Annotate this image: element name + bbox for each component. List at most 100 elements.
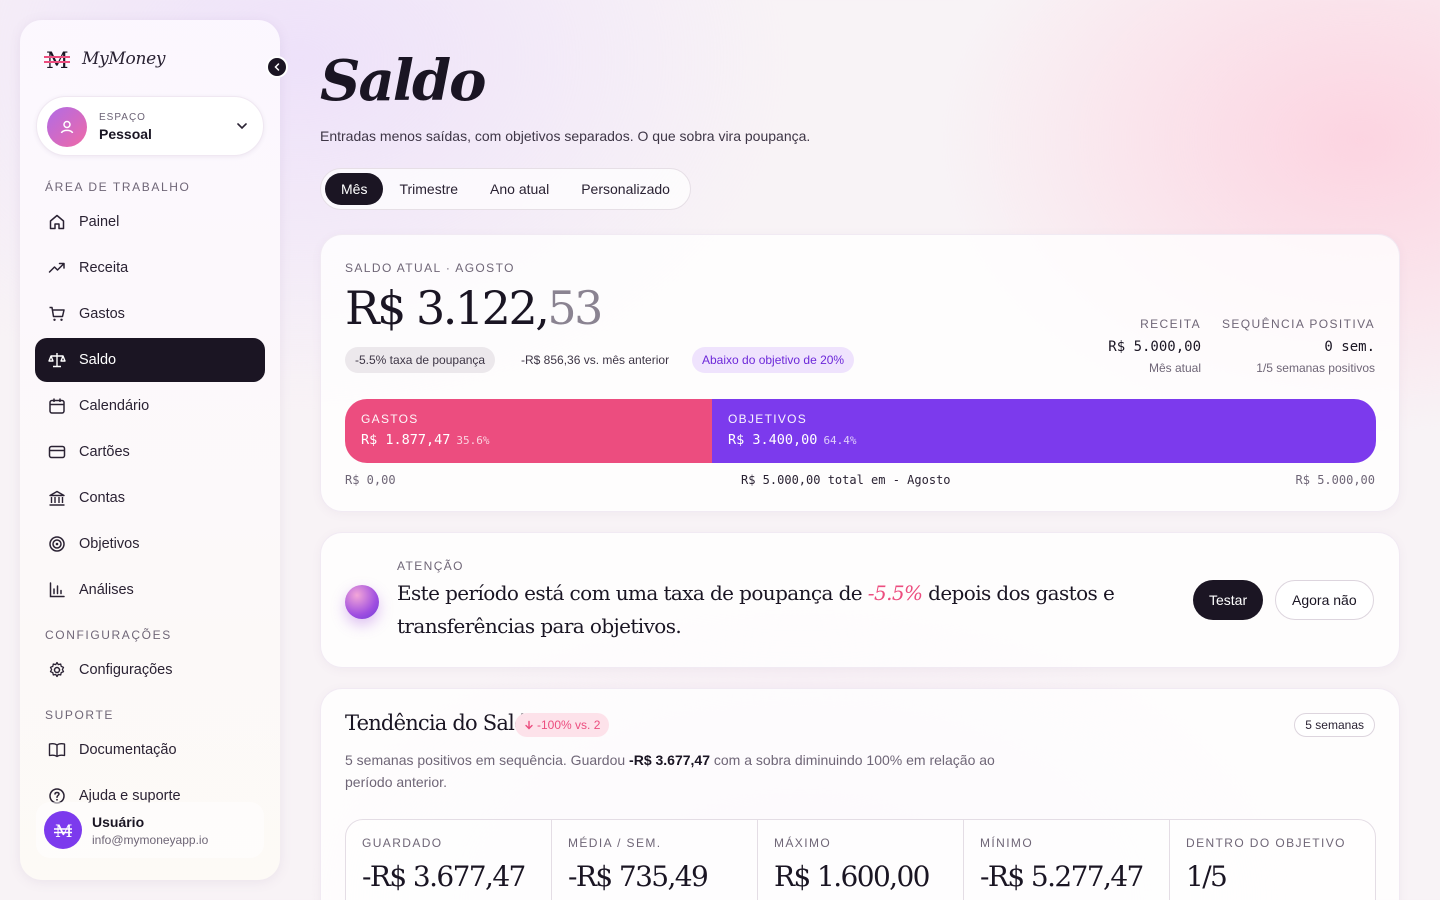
goals-label: OBJETIVOS: [728, 412, 808, 426]
sidebar-item-analises[interactable]: Análises: [35, 568, 265, 612]
metric-guardado: GUARDADO -R$ 3.677,47: [346, 820, 552, 900]
tab-personalizado[interactable]: Personalizado: [565, 173, 686, 205]
sidebar-item-label: Saldo: [79, 352, 117, 368]
period-tabs: Mês Trimestre Ano atual Personalizado: [320, 168, 691, 210]
sidebar-item-label: Cartões: [79, 444, 130, 460]
metric-value: R$ 1.600,00: [774, 860, 930, 893]
streak-label: SEQUÊNCIA POSITIVA: [1221, 317, 1375, 331]
balance-main: R$ 3.122,: [345, 281, 550, 335]
user-profile[interactable]: M Usuário info@mymoneyapp.io: [36, 802, 264, 858]
streak-note: 1/5 semanas positivos: [1256, 361, 1375, 375]
section-label-work: ÁREA DE TRABALHO: [45, 180, 191, 194]
goal-status-badge: Abaixo do objetivo de 20%: [692, 347, 855, 373]
sidebar-item-receita[interactable]: Receita: [35, 246, 265, 290]
expenses-amount: R$ 1.877,47: [361, 432, 451, 448]
workspace-switcher[interactable]: ESPAÇO Pessoal: [36, 96, 264, 156]
metric-minimo: MÍNIMO -R$ 5.277,47: [964, 820, 1170, 900]
sidebar-item-objetivos[interactable]: Objetivos: [35, 522, 265, 566]
collapse-sidebar-button[interactable]: [266, 56, 288, 78]
trend-metrics: GUARDADO -R$ 3.677,47 MÉDIA / SEM. -R$ 7…: [345, 819, 1376, 900]
balance-card: SALDO ATUAL · AGOSTO R$ 3.122,53 -5.5% t…: [320, 234, 1400, 512]
brand-name: MyMoney: [82, 49, 166, 69]
sidebar-item-painel[interactable]: Painel: [35, 200, 265, 244]
split-bar: GASTOS R$ 1.877,47 35.6% OBJETIVOS R$ 3.4…: [345, 399, 1376, 463]
sidebar-item-label: Gastos: [79, 306, 125, 322]
metric-label: MÉDIA / SEM.: [568, 836, 662, 850]
income-stat: RECEITA R$ 5.000,00 Mês atual: [1108, 317, 1201, 375]
user-email: info@mymoneyapp.io: [92, 832, 209, 847]
expenses-segment[interactable]: GASTOS R$ 1.877,47 35.6%: [345, 399, 713, 463]
goals-amount-row: R$ 3.400,00 64.4%: [728, 432, 1360, 448]
sidebar-item-contas[interactable]: Contas: [35, 476, 265, 520]
chevron-left-icon: [274, 63, 280, 71]
sidebar-item-configuracoes[interactable]: Configurações: [35, 648, 265, 692]
trend-desc-amount: -R$ 3.677,47: [629, 752, 710, 768]
workspace-kicker: ESPAÇO: [99, 112, 146, 123]
tab-mes[interactable]: Mês: [325, 173, 384, 205]
sidebar-item-documentacao[interactable]: Documentação: [35, 728, 265, 772]
income-note: Mês atual: [1148, 361, 1201, 375]
target-icon: [49, 536, 65, 552]
brand[interactable]: M MyMoney: [44, 46, 166, 74]
metric-value: -R$ 735,49: [568, 860, 709, 893]
tab-ano-atual[interactable]: Ano atual: [474, 173, 565, 205]
goals-segment[interactable]: OBJETIVOS R$ 3.400,00 64.4%: [712, 399, 1376, 463]
expenses-label: GASTOS: [361, 412, 419, 426]
metric-label: DENTRO DO OBJETIVO: [1186, 836, 1346, 850]
trend-card: Tendência do Saldo -100% vs. 2 5 semanas…: [320, 688, 1400, 900]
home-icon: [49, 214, 65, 230]
metric-media: MÉDIA / SEM. -R$ 735,49: [552, 820, 758, 900]
sidebar-item-label: Receita: [79, 260, 129, 276]
metric-value: -R$ 5.277,47: [980, 860, 1144, 893]
sidebar-item-label: Documentação: [79, 742, 177, 758]
alert-text-before: Este período está com uma taxa de poupan…: [397, 581, 868, 605]
metric-label: GUARDADO: [362, 836, 443, 850]
streak-stat: SEQUÊNCIA POSITIVA 0 sem. 1/5 semanas po…: [1222, 317, 1375, 375]
svg-text:M: M: [46, 49, 69, 72]
goals-amount: R$ 3.400,00: [728, 432, 818, 448]
sidebar-item-label: Contas: [79, 490, 125, 506]
dismiss-button[interactable]: Agora não: [1275, 580, 1374, 620]
income-value: R$ 5.000,00: [1108, 339, 1201, 355]
alert-message: Este período está com uma taxa de poupan…: [397, 577, 1177, 643]
page-title: Saldo: [320, 48, 487, 114]
workspace-name: Pessoal: [99, 126, 152, 142]
metric-label: MÁXIMO: [774, 836, 832, 850]
scale-icon: [48, 353, 66, 368]
sidebar-item-calendario[interactable]: Calendário: [35, 384, 265, 428]
metric-value: 1/5: [1186, 860, 1228, 893]
bar-chart-icon: [49, 582, 65, 598]
weeks-selector[interactable]: 5 semanas: [1294, 713, 1375, 737]
tab-trimestre[interactable]: Trimestre: [383, 173, 474, 205]
metric-maximo: MÁXIMO R$ 1.600,00: [758, 820, 964, 900]
calendar-icon: [49, 398, 65, 414]
axis-max: R$ 5.000,00: [1295, 473, 1375, 487]
sidebar-item-label: Análises: [79, 582, 134, 598]
streak-value: 0 sem.: [1324, 339, 1375, 355]
balance-cents: 53: [547, 281, 603, 335]
axis-min: R$ 0,00: [345, 473, 396, 487]
metric-label: MÍNIMO: [980, 836, 1034, 850]
card-icon: [48, 445, 66, 459]
expenses-percent: 35.6%: [456, 434, 490, 447]
page-subtitle: Entradas menos saídas, com objetivos sep…: [320, 128, 811, 144]
sidebar-item-saldo[interactable]: Saldo: [35, 338, 265, 382]
trend-desc-before: 5 semanas positivos em sequência. Guardo…: [345, 752, 630, 768]
balance-kicker: SALDO ATUAL · AGOSTO: [345, 261, 515, 275]
sidebar-item-label: Configurações: [79, 662, 173, 678]
trend-change-badge: -100% vs. 2: [515, 713, 610, 737]
trend-title: Tendência do Saldo: [345, 711, 539, 735]
sidebar-item-label: Painel: [79, 214, 120, 230]
section-label-support: SUPORTE: [45, 708, 114, 722]
test-button[interactable]: Testar: [1193, 580, 1264, 620]
trend-description: 5 semanas positivos em sequência. Guardo…: [345, 749, 1025, 793]
expenses-amount-row: R$ 1.877,47 35.6%: [361, 432, 696, 448]
sidebar-item-gastos[interactable]: Gastos: [35, 292, 265, 336]
insight-orb-icon: [345, 585, 379, 619]
sidebar-item-cartoes[interactable]: Cartões: [35, 430, 265, 474]
chevron-down-icon: [237, 123, 247, 130]
metric-value: -R$ 3.677,47: [362, 860, 526, 893]
vs-previous-text: -R$ 856,36 vs. mês anterior: [521, 353, 670, 367]
book-icon: [48, 743, 66, 758]
section-label-config: CONFIGURAÇÕES: [45, 628, 172, 642]
